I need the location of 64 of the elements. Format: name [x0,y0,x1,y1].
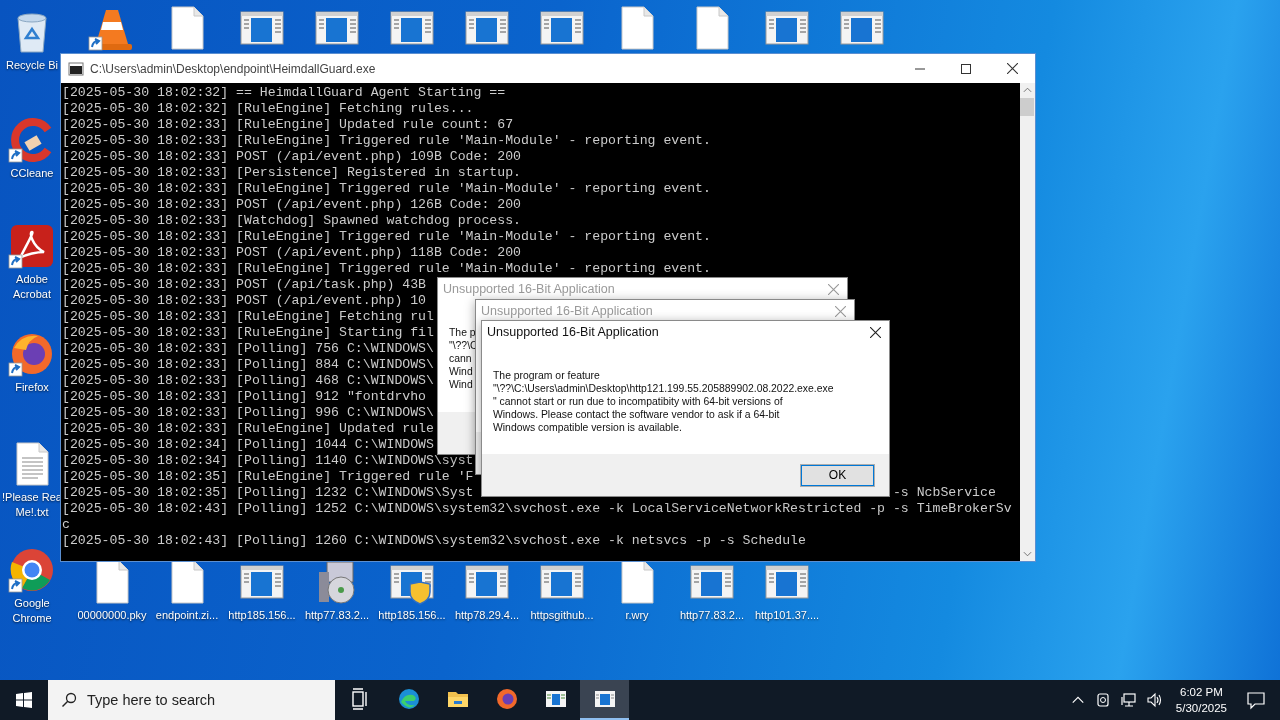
console-line: [2025-05-30 18:02:33] [RuleEngine] Updated rule count: 67 [62,117,514,132]
console-line: [2025-05-30 18:02:33] [RuleEngine] Starting fil [62,325,434,340]
console-line: [2025-05-30 18:02:33] [Persistence] Registered in startup. [62,165,521,180]
console-line: [2025-05-30 18:02:33] [Polling] 884 C:\WINDOWS\ [62,357,434,372]
console-line: [2025-05-30 18:02:35] [RuleEngine] Triggered rule 'F [62,469,474,484]
scrollbar[interactable] [1019,83,1035,561]
console-line: c [62,517,70,532]
search-field[interactable]: Type here to search [48,680,335,720]
desktop-item[interactable]: endpoint.zi... [150,558,224,623]
desktop-item[interactable]: Recycle Bi [2,8,62,73]
console-line: [2025-05-30 18:02:33] [Polling] 912 "fontdrvho [62,389,427,404]
notification-icon[interactable] [1246,690,1266,710]
maximize-icon [961,63,971,74]
window-title: C:\Users\admin\Desktop\endpoint\HeimdallGuard.exe [90,61,376,76]
desktop-item[interactable]: Google Chrome [2,546,62,626]
console-line: [2025-05-30 18:02:34] [Polling] 1044 C:\WINDOWS [62,437,434,452]
console-line: [2025-05-30 18:02:32] == HeimdallGuard Agent Starting == [62,85,506,100]
console-line: [2025-05-30 18:02:33] [RuleEngine] Updated rule [62,421,434,436]
clock-date[interactable]: 5/30/2025 [1175,700,1227,716]
console-line: [2025-05-30 18:02:33] [Polling] 468 C:\WINDOWS\ [62,373,434,388]
console-line: [2025-05-30 18:02:33] [RuleEngine] Triggered rule 'Main-Module' - reporting event. [62,261,711,276]
desktop-item[interactable]: Firefox [2,330,62,395]
console-line: [2025-05-30 18:02:33] [Watchdog] Spawned watchdog process. [62,213,521,228]
scrollbar-thumb[interactable] [1020,98,1035,116]
volume-icon[interactable] [1146,692,1163,708]
windows-logo-icon [16,692,32,708]
desktop-item[interactable]: http77.83.2... [300,558,374,623]
console-line: [2025-05-30 18:02:43] [Polling] 1252 C:\WINDOWS\system32\svchost.exe -k LocalServiceNetworkRestricted -p -s TimeBrokerSv [62,501,1012,516]
edge-icon [396,687,421,711]
desktop-item[interactable]: 00000000.pky [75,558,149,623]
network-icon[interactable] [1120,692,1137,708]
console-line: [2025-05-30 18:02:33] POST (/api/event.php) 10 [62,293,427,308]
console-line: [2025-05-30 18:02:33] POST (/api/event.php) 126B Code: 200 [62,197,521,212]
console-line: [2025-05-30 18:02:33] [RuleEngine] Triggered rule 'Main-Module' - reporting event. [62,229,711,244]
console-line: [2025-05-30 18:02:33] [RuleEngine] Triggered rule 'Main-Module' - reporting event. [62,133,711,148]
ok-button[interactable]: OK [800,463,875,487]
console-line: [2025-05-30 18:02:33] [Polling] 756 C:\WINDOWS\ [62,341,434,356]
console-line: [2025-05-30 18:02:33] POST (/api/task.php) 43B [62,277,427,292]
taskbar-button[interactable] [580,680,629,720]
console-line: [2025-05-30 18:02:33] POST (/api/event.php) 109B Code: 200 [62,149,521,164]
close-icon[interactable] [870,326,881,338]
console-line: -s NcbService [892,485,996,501]
close-icon [1006,63,1018,74]
tray-app-icon[interactable] [1094,692,1111,708]
console-line: [2025-05-30 18:02:33] [RuleEngine] Fetching rul [62,309,434,324]
dialog-message: The program or feature "\??\C:\Users\admin\Desktop\http121.199.55.205889902.08.2022.exe.exe " cannot start or run due to incompatibity with 64-bit versions of Windows. Please contact the software vendor to ask if a 64-bit Windows compatible version is available. [493,369,834,434]
dialog-title: Unsupported 16-Bit Application [487,325,660,339]
firefox-icon [494,687,519,711]
clock-time[interactable]: 6:02 PM [1180,684,1223,700]
desktop-item[interactable]: Adobe Acrobat [2,222,62,302]
desktop-item[interactable]: r.wry [600,558,674,623]
console-line: [2025-05-30 18:02:33] [Polling] 996 C:\WINDOWS\ [62,405,434,420]
desktop-item[interactable]: CCleane [2,116,62,181]
console-line: [2025-05-30 18:02:33] POST (/api/event.php) 118B Code: 200 [62,245,521,260]
console-line: [2025-05-30 18:02:34] [Polling] 1140 C:\WINDOWS\syst [62,453,474,468]
dialog-title: Unsupported 16-Bit Application [443,282,616,296]
console-line: [2025-05-30 18:02:33] [RuleEngine] Triggered rule 'Main-Module' - reporting event. [62,181,711,196]
dialog-title: Unsupported 16-Bit Application [481,304,654,318]
desktop-item[interactable]: !Please Rea Me!.txt [2,440,62,520]
console-line: [2025-05-30 18:02:35] [Polling] 1232 C:\WINDOWS\Syst [62,485,474,500]
console-line: [2025-05-30 18:02:43] [Polling] 1260 C:\WINDOWS\system32\svchost.exe -k netsvcs -p -s Schedule [62,533,806,548]
console-line: [2025-05-30 18:02:32] [RuleEngine] Fetching rules... [62,101,474,116]
search-icon [61,692,77,708]
console-window-icon [68,60,84,77]
